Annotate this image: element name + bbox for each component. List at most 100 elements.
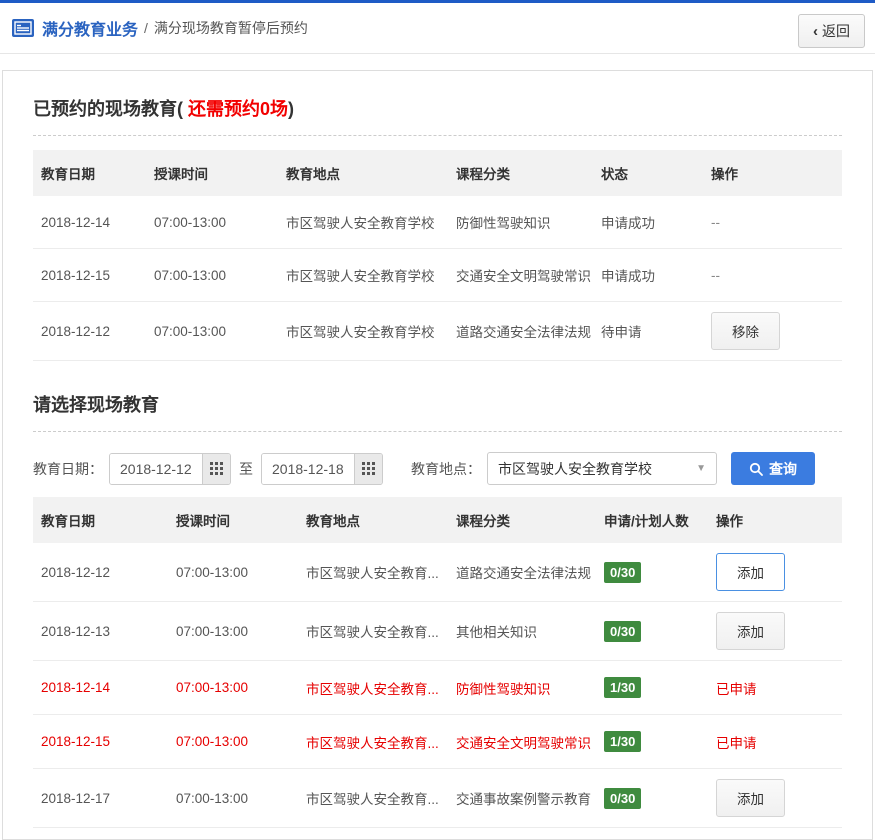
cell-time: 07:00-13:00: [146, 196, 278, 249]
date-to-input[interactable]: [262, 454, 354, 484]
cell-course: 防御性驾驶知识: [448, 196, 593, 249]
cell-action: 移除: [703, 302, 842, 361]
booked-table-row: 2018-12-12 07:00-13:00 市区驾驶人安全教育学校 道路交通安…: [33, 302, 842, 361]
cell-status: 待申请: [593, 302, 703, 361]
back-button-label: 返回: [822, 23, 850, 39]
col-header-status: 状态: [593, 150, 703, 196]
cell-action: 添加: [708, 543, 842, 602]
booked-title-suffix: ): [288, 99, 294, 119]
cell-date: 2018-12-14: [33, 661, 168, 715]
cell-action-none: --: [703, 249, 842, 302]
cell-action-none: --: [703, 196, 842, 249]
cell-place: 市区驾驶人安全教育...: [298, 769, 448, 828]
breadcrumb-page-title: 满分现场教育暂停后预约: [154, 18, 308, 38]
quota-badge: 1/30: [604, 677, 641, 698]
query-button[interactable]: 查询: [731, 452, 815, 485]
cell-date: 2018-12-14: [33, 196, 146, 249]
available-table-row: 2018-12-17 07:00-13:00 市区驾驶人安全教育... 交通事故…: [33, 769, 842, 828]
cell-course: 其他相关知识: [448, 602, 596, 661]
cell-date: 2018-12-15: [33, 249, 146, 302]
cell-time: 07:00-13:00: [146, 249, 278, 302]
cell-place: 市区驾驶人安全教育...: [298, 543, 448, 602]
cell-place: 市区驾驶人安全教育...: [298, 715, 448, 769]
cell-quota: 0/30: [596, 602, 708, 661]
booked-table-row: 2018-12-14 07:00-13:00 市区驾驶人安全教育学校 防御性驾驶…: [33, 196, 842, 249]
cell-time: 07:00-13:00: [168, 543, 298, 602]
cell-place: 市区驾驶人安全教育学校: [278, 249, 448, 302]
quota-badge: 0/30: [604, 788, 641, 809]
cell-place: 市区驾驶人安全教育...: [298, 661, 448, 715]
cell-time: 07:00-13:00: [146, 302, 278, 361]
available-table-row: 2018-12-13 07:00-13:00 市区驾驶人安全教育... 其他相关…: [33, 602, 842, 661]
cell-date: 2018-12-13: [33, 602, 168, 661]
back-button[interactable]: ‹返回: [798, 14, 865, 48]
add-button[interactable]: 添加: [716, 779, 785, 817]
query-button-label: 查询: [769, 459, 797, 479]
calendar-icon[interactable]: [354, 454, 382, 484]
cell-date: 2018-12-15: [33, 715, 168, 769]
booked-section-title: 已预约的现场教育( 还需预约0场): [33, 95, 842, 136]
back-chevron-icon: ‹: [813, 23, 818, 40]
booked-title-prefix: 已预约的现场教育(: [33, 99, 183, 119]
available-table-row-applied: 2018-12-14 07:00-13:00 市区驾驶人安全教育... 防御性驾…: [33, 661, 842, 715]
cell-place: 市区驾驶人安全教育...: [298, 602, 448, 661]
place-select[interactable]: 市区驾驶人安全教育学校 ▼: [487, 452, 717, 485]
cell-course: 道路交通安全法律法规: [448, 543, 596, 602]
booked-table: 教育日期 授课时间 教育地点 课程分类 状态 操作 2018-12-14 07:…: [33, 150, 842, 361]
cell-quota: 0/30: [596, 543, 708, 602]
booked-title-highlight: 还需预约0场: [183, 99, 288, 119]
quota-badge: 0/30: [604, 621, 641, 642]
add-button[interactable]: 添加: [716, 612, 785, 650]
date-filter-label: 教育日期：: [33, 459, 103, 479]
cell-action: 添加: [708, 769, 842, 828]
cell-status: 申请成功: [593, 196, 703, 249]
place-filter-label: 教育地点：: [411, 459, 481, 479]
cell-quota: 1/30: [596, 661, 708, 715]
cell-course: 交通安全文明驾驶常识: [448, 715, 596, 769]
cell-time: 07:00-13:00: [168, 715, 298, 769]
col-header-time: 授课时间: [146, 150, 278, 196]
booked-table-row: 2018-12-15 07:00-13:00 市区驾驶人安全教育学校 交通安全文…: [33, 249, 842, 302]
cell-course: 道路交通安全法律法规: [448, 302, 593, 361]
cell-time: 07:00-13:00: [168, 769, 298, 828]
col-header-quota: 申请/计划人数: [596, 497, 708, 543]
filter-bar: 教育日期： 至: [33, 452, 842, 485]
cell-course: 防御性驾驶知识: [448, 661, 596, 715]
main-card: 已预约的现场教育( 还需预约0场) 教育日期 授课时间 教育地点 课程分类 状态…: [2, 70, 873, 840]
cell-time: 07:00-13:00: [168, 661, 298, 715]
available-table-row: 2018-12-12 07:00-13:00 市区驾驶人安全教育... 道路交通…: [33, 543, 842, 602]
quota-badge: 0/30: [604, 562, 641, 583]
col-header-course: 课程分类: [448, 497, 596, 543]
app-title: 满分教育业务: [42, 16, 138, 40]
cell-quota: 0/30: [596, 769, 708, 828]
select-section-title: 请选择现场教育: [33, 391, 842, 432]
place-select-value: 市区驾驶人安全教育学校: [498, 459, 696, 479]
remove-button[interactable]: 移除: [711, 312, 780, 350]
date-to-field: [261, 453, 383, 485]
cell-course: 交通安全文明驾驶常识: [448, 249, 593, 302]
search-icon: [749, 462, 763, 476]
col-header-place: 教育地点: [278, 150, 448, 196]
add-button[interactable]: 添加: [716, 553, 785, 591]
calendar-icon[interactable]: [202, 454, 230, 484]
menu-list-icon: [12, 19, 34, 37]
chevron-down-icon: ▼: [696, 463, 706, 474]
col-header-action: 操作: [703, 150, 842, 196]
cell-quota: 1/30: [596, 715, 708, 769]
breadcrumb-separator: /: [144, 20, 148, 36]
cell-course: 交通事故案例警示教育: [448, 769, 596, 828]
date-from-input[interactable]: [110, 454, 202, 484]
cell-time: 07:00-13:00: [168, 602, 298, 661]
date-range-separator: 至: [239, 459, 253, 479]
cell-place: 市区驾驶人安全教育学校: [278, 302, 448, 361]
date-from-field: [109, 453, 231, 485]
cell-action: 已申请: [708, 715, 842, 769]
col-header-place: 教育地点: [298, 497, 448, 543]
available-table-row-applied: 2018-12-15 07:00-13:00 市区驾驶人安全教育... 交通安全…: [33, 715, 842, 769]
cell-date: 2018-12-17: [33, 769, 168, 828]
applied-status-text: 已申请: [716, 682, 757, 697]
col-header-action: 操作: [708, 497, 842, 543]
available-table: 教育日期 授课时间 教育地点 课程分类 申请/计划人数 操作 2018-12-1…: [33, 497, 842, 828]
cell-date: 2018-12-12: [33, 543, 168, 602]
col-header-course: 课程分类: [448, 150, 593, 196]
